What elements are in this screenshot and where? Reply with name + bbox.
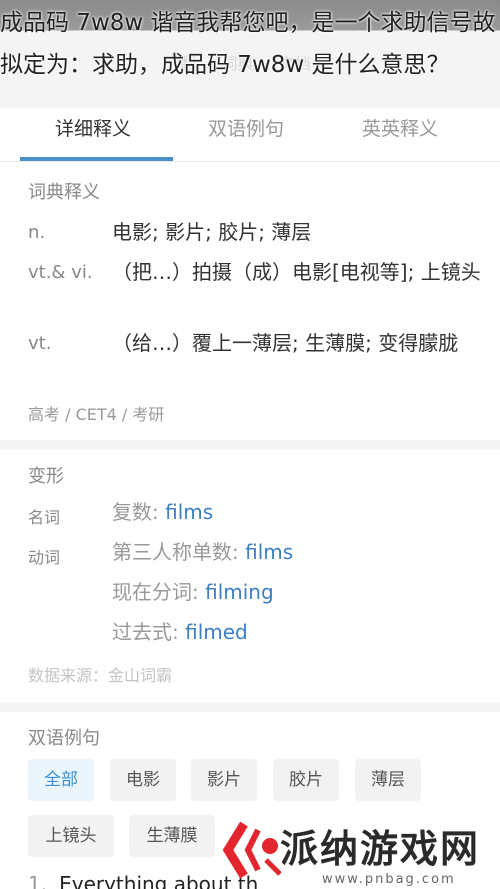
filter-chip-on-camera[interactable]: 上镜头 — [28, 815, 114, 857]
definition-noun: 电影; 影片; 胶片; 薄层 — [112, 220, 312, 244]
inflection-word-link[interactable]: films — [245, 540, 293, 564]
tab-english-definition[interactable]: 英英释义 — [362, 108, 438, 162]
inflection-noun-tag: 名词 — [28, 508, 61, 527]
example-number: 1. — [28, 872, 48, 889]
inflection-third-person: 第三人称单数: films — [112, 534, 482, 570]
pos-verb-both: vt.& vi. — [28, 262, 93, 283]
inflection-label: 过去式: — [112, 620, 186, 644]
filter-chip-film[interactable]: 影片 — [191, 759, 257, 801]
inflection-word-link[interactable]: films — [165, 500, 213, 524]
pos-verb-transitive: vt. — [28, 333, 52, 354]
inflection-past-tense: 过去式: filmed — [112, 614, 482, 650]
filter-chip-film-over[interactable]: 生薄膜 — [129, 815, 215, 857]
pos-noun: n. — [28, 222, 46, 243]
exam-levels: 高考 / CET4 / 考研 — [28, 405, 165, 424]
definition-verb-transitive: （给…）覆上一薄层; 生薄膜; 变得朦胧 — [112, 331, 459, 355]
inflection-verb-tag: 动词 — [28, 548, 61, 567]
tab-detailed-definition[interactable]: 详细释义 — [55, 108, 131, 162]
section-heading-inflections: 变形 — [28, 466, 64, 487]
data-source: 数据来源：金山词霸 — [28, 666, 173, 685]
site-watermark: 派纳游戏网 www.pnbag.com — [222, 816, 500, 889]
watermark-url: www.pnbag.com — [322, 872, 456, 887]
section-divider — [0, 702, 500, 712]
filter-chip-movie[interactable]: 电影 — [110, 759, 176, 801]
inflection-word-link[interactable]: filming — [205, 580, 274, 604]
overlay-caption: 成品码 7w8w 谐音我帮您吧，是一个求助信号故拟定为：求助，成品码 7w8w … — [0, 10, 496, 78]
tab-bilingual-examples[interactable]: 双语例句 — [208, 108, 284, 162]
section-heading-examples: 双语例句 — [28, 728, 100, 749]
definition-verb-both: （把…）拍摄（成）电影[电视等]; 上镜头 — [112, 260, 481, 284]
inflection-present-participle: 现在分词: filming — [112, 574, 482, 610]
filter-chip-all[interactable]: 全部 — [28, 759, 94, 801]
inflection-label: 第三人称单数: — [112, 540, 246, 564]
filter-chip-thin-layer[interactable]: 薄层 — [355, 759, 421, 801]
section-heading-dictionary: 词典释义 — [28, 182, 100, 203]
inflection-label: 现在分词: — [112, 580, 206, 604]
watermark-text: 派纳游戏网 — [280, 827, 481, 871]
inflection-label: 复数: — [112, 500, 166, 524]
filter-chip-photographic-film[interactable]: 胶片 — [273, 759, 339, 801]
watermark-logo-icon — [222, 821, 282, 879]
inflection-plural: 复数: films — [112, 494, 482, 530]
active-tab-indicator — [20, 157, 173, 161]
tab-bar: 详细释义 双语例句 英英释义 — [0, 108, 500, 162]
section-divider — [0, 440, 500, 450]
inflection-word-link[interactable]: filmed — [185, 620, 248, 644]
